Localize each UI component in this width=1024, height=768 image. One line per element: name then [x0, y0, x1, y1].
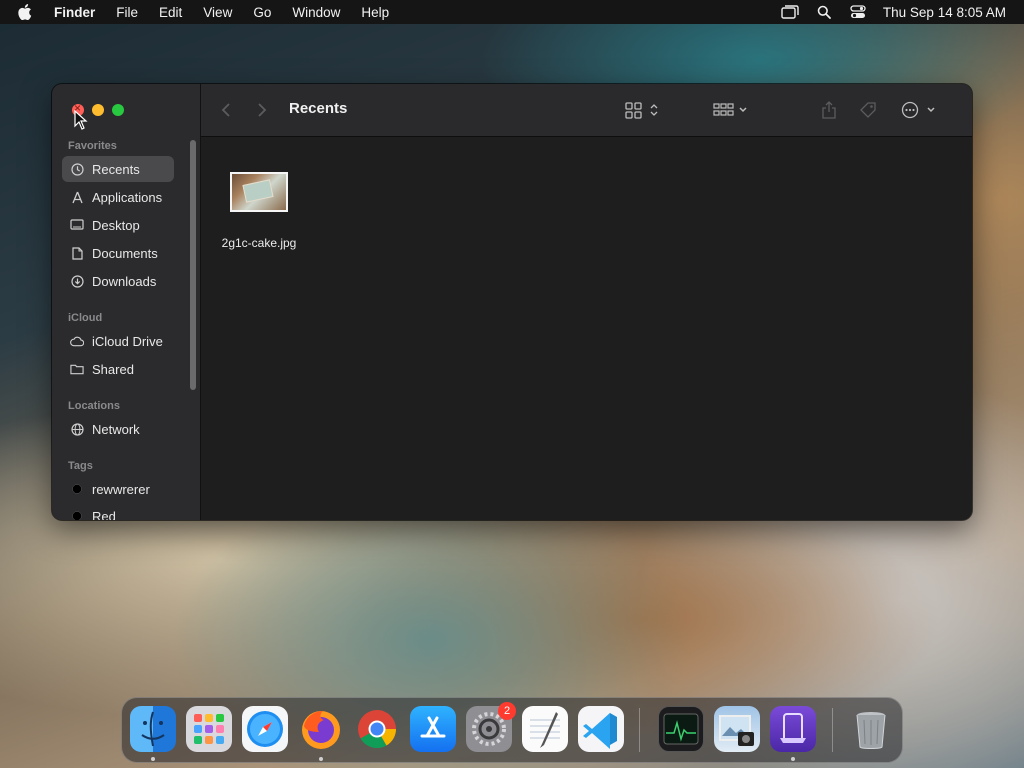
notification-badge: 2: [498, 702, 516, 720]
menu-window[interactable]: Window: [292, 5, 340, 20]
finder-content: Recents 2g1c-cake.jpg: [201, 84, 972, 520]
menu-file[interactable]: File: [116, 5, 138, 20]
more-actions-button[interactable]: [901, 100, 937, 120]
dock-chrome-icon[interactable]: [354, 706, 400, 752]
running-indicator: [791, 757, 795, 761]
dock-vscode-icon[interactable]: [578, 706, 624, 752]
window-title: Recents: [289, 100, 348, 117]
dock-activity-monitor-icon[interactable]: [658, 706, 704, 752]
dock: 2: [121, 697, 903, 763]
tag-dot-icon: [70, 509, 84, 520]
tag-button[interactable]: [859, 100, 877, 120]
sidebar-item-downloads[interactable]: Downloads: [62, 268, 174, 294]
download-icon: [70, 274, 84, 288]
desktop-icon: [70, 218, 84, 232]
menu-go[interactable]: Go: [253, 5, 271, 20]
menu-bar-clock[interactable]: Thu Sep 14 8:05 AM: [883, 5, 1006, 20]
menu-finder[interactable]: Finder: [54, 5, 95, 20]
sidebar-item-icloud-drive[interactable]: iCloud Drive: [62, 328, 174, 354]
dock-simulator-icon[interactable]: [770, 706, 816, 752]
dock-firefox-icon[interactable]: [298, 706, 344, 752]
menu-edit[interactable]: Edit: [159, 5, 182, 20]
file-item[interactable]: 2g1c-cake.jpg: [217, 172, 301, 250]
sidebar-item-label: Applications: [92, 189, 163, 205]
running-indicator: [151, 757, 155, 761]
sidebar-section-favorites: Favorites: [68, 140, 117, 152]
sidebar-item-label: Documents: [92, 245, 158, 261]
control-center-icon[interactable]: [849, 3, 867, 21]
finder-toolbar: Recents: [201, 84, 972, 137]
dock-finder-icon[interactable]: [130, 706, 176, 752]
menu-view[interactable]: View: [203, 5, 232, 20]
sidebar-item-label: Red: [92, 508, 116, 521]
screen-mirroring-icon[interactable]: [781, 3, 799, 21]
sidebar-item-desktop[interactable]: Desktop: [62, 212, 174, 238]
sidebar-section-locations: Locations: [68, 400, 120, 412]
sidebar-item-network[interactable]: Network: [62, 416, 174, 442]
sidebar-item-documents[interactable]: Documents: [62, 240, 174, 266]
tag-dot-icon: [70, 482, 84, 496]
sidebar-item-label: Recents: [92, 161, 140, 177]
sidebar-item-shared[interactable]: Shared: [62, 356, 174, 382]
view-mode-button[interactable]: [625, 100, 661, 120]
dock-system-settings-icon[interactable]: 2: [466, 702, 516, 752]
finder-window: Favorites Recents Applications Desktop D…: [52, 84, 972, 520]
dock-preview-icon[interactable]: [714, 706, 760, 752]
file-name[interactable]: 2g1c-cake.jpg: [217, 236, 301, 250]
clock-icon: [70, 162, 84, 176]
minimize-window-button[interactable]: [92, 104, 104, 116]
sidebar-tag-rewwrerer[interactable]: rewwrerer: [62, 476, 174, 502]
sidebar-section-tags: Tags: [68, 460, 93, 472]
menu-bar: Finder File Edit View Go Window Help Thu…: [0, 0, 1024, 24]
finder-sidebar: Favorites Recents Applications Desktop D…: [52, 84, 201, 520]
dock-app-store-icon[interactable]: [410, 706, 456, 752]
dock-textedit-icon[interactable]: [522, 706, 568, 752]
zoom-window-button[interactable]: [112, 104, 124, 116]
group-by-button[interactable]: [713, 100, 749, 120]
image-thumbnail[interactable]: [230, 172, 288, 212]
sidebar-tag-red[interactable]: Red: [62, 503, 174, 520]
running-indicator: [319, 757, 323, 761]
dock-separator: [832, 708, 833, 752]
mouse-pointer-icon: [74, 110, 88, 130]
spotlight-search-icon[interactable]: [815, 3, 833, 21]
document-icon: [70, 246, 84, 260]
sidebar-item-recents[interactable]: Recents: [62, 156, 174, 182]
sidebar-scrollbar[interactable]: [190, 140, 196, 390]
cloud-icon: [70, 334, 84, 348]
sidebar-item-applications[interactable]: Applications: [62, 184, 174, 210]
sidebar-item-label: Downloads: [92, 273, 157, 289]
sidebar-item-label: Network: [92, 421, 140, 437]
forward-button[interactable]: [257, 100, 267, 120]
dock-launchpad-icon[interactable]: [186, 706, 232, 752]
share-button[interactable]: [821, 100, 837, 120]
sidebar-item-label: rewwrerer: [92, 481, 150, 497]
dock-separator: [639, 708, 640, 752]
shared-folder-icon: [70, 362, 84, 376]
sidebar-item-label: Desktop: [92, 217, 140, 233]
sidebar-item-label: iCloud Drive: [92, 333, 163, 349]
applications-icon: [70, 190, 84, 204]
sidebar-section-icloud: iCloud: [68, 312, 103, 324]
menu-help[interactable]: Help: [361, 5, 389, 20]
globe-icon: [70, 422, 84, 436]
back-button[interactable]: [221, 100, 231, 120]
dock-safari-icon[interactable]: [242, 706, 288, 752]
apple-menu-icon[interactable]: [18, 4, 34, 20]
dock-trash-icon[interactable]: [848, 706, 894, 752]
sidebar-item-label: Shared: [92, 361, 134, 377]
